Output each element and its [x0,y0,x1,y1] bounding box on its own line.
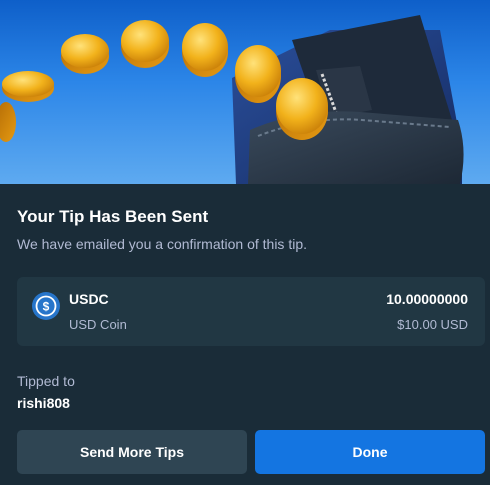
coin-amount: 10.00000000 [386,291,468,307]
coin-summary-card: $ USDC USD Coin 10.00000000 $10.00 USD [17,277,485,346]
hero-illustration [0,0,490,184]
recipient-username: rishi808 [17,395,70,411]
tip-sent-modal: Your Tip Has Been Sent We have emailed y… [0,0,490,485]
tipped-to-label: Tipped to [17,373,75,389]
svg-text:$: $ [43,300,50,314]
coin-name: USD Coin [69,317,127,332]
coin-symbol: USDC [69,291,109,307]
coins-wallet-illustration [0,15,464,184]
done-button[interactable]: Done [255,430,485,474]
usdc-icon: $ [32,292,60,320]
coin-fiat-value: $10.00 USD [397,317,468,332]
modal-title: Your Tip Has Been Sent [17,207,209,226]
send-more-tips-button[interactable]: Send More Tips [17,430,247,474]
modal-subtitle: We have emailed you a confirmation of th… [17,236,308,252]
